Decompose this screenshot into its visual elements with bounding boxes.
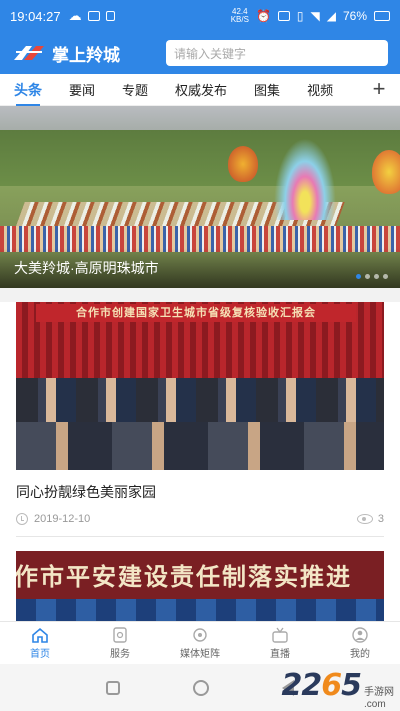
carousel-dot [365, 274, 370, 279]
news-item[interactable]: 作市平安建设责任制落实推进 [16, 551, 384, 621]
bottom-navigation: 首页 服务 媒体矩阵 直播 我的 [0, 621, 400, 664]
news-date: 2019-12-10 [34, 513, 91, 525]
nav-profile[interactable]: 我的 [320, 622, 400, 664]
list-divider [16, 536, 384, 537]
media-matrix-icon [193, 627, 207, 642]
watermark-text: 手游网 .com [364, 687, 394, 710]
vibrate-icon: ▯ [296, 9, 304, 23]
signal-icon: ◢ [326, 9, 336, 23]
banner-caption: 大美羚城·高原明珠城市 [14, 260, 159, 276]
home-button-icon[interactable] [192, 679, 209, 696]
nav-live[interactable]: 直播 [240, 622, 320, 664]
search-input[interactable]: 请输入关键字 [166, 40, 388, 66]
section-divider [0, 288, 400, 302]
clock-icon [16, 513, 28, 525]
nav-label: 直播 [270, 648, 290, 660]
view-count-value: 3 [377, 513, 384, 525]
status-time: 19:04:27 [10, 8, 61, 24]
battery-level: 76% [342, 9, 367, 23]
add-tab-icon[interactable]: + [366, 77, 392, 103]
app-name: 掌上羚城 [52, 45, 120, 65]
news-meta: 2019-12-10 3 [16, 512, 384, 526]
nav-label: 首页 [30, 648, 50, 660]
profile-icon [352, 626, 368, 643]
nfc-icon [277, 11, 290, 21]
watermark: 2265 手游网 .com [282, 668, 395, 711]
nav-home[interactable]: 首页 [0, 622, 80, 664]
service-icon [113, 626, 127, 643]
view-count: 3 [356, 513, 384, 525]
thumbnail-banner-text: 作市平安建设责任制落实推进 [16, 562, 352, 591]
tab-important-news[interactable]: 要闻 [69, 80, 95, 99]
nav-media-matrix[interactable]: 媒体矩阵 [160, 622, 240, 664]
live-icon [272, 627, 288, 643]
carousel-dot [356, 274, 361, 279]
status-bar: 19:04:27 ☁ 42.4 KB/S ⏰ ▯ ◥ ◢ 76% [0, 0, 400, 32]
carousel-dot [374, 274, 379, 279]
logo-icon [14, 46, 44, 60]
tab-headlines[interactable]: 头条 [14, 80, 42, 106]
nav-service[interactable]: 服务 [80, 622, 160, 664]
status-right: 42.4 KB/S ⏰ ▯ ◥ ◢ 76% [231, 8, 390, 24]
home-icon [32, 627, 48, 643]
net-speed: 42.4 KB/S [231, 8, 249, 24]
app-header: 掌上羚城 请输入关键字 [0, 32, 400, 74]
wifi-icon: ◥ [310, 9, 320, 23]
sim-icon [105, 11, 115, 21]
news-title: 同心扮靓绿色美丽家园 [16, 484, 156, 500]
carousel-indicator [356, 274, 388, 279]
category-tabs: 头条 要闻 专题 权威发布 图集 视频 + [0, 74, 400, 106]
tab-topics[interactable]: 专题 [122, 80, 148, 99]
carousel-dot [383, 274, 388, 279]
cloud-icon: ☁ [68, 8, 82, 23]
tab-gallery[interactable]: 图集 [254, 80, 280, 99]
news-item[interactable]: 合作市创建国家卫生城市省级复核验收汇报会 同心扮靓绿色美丽家园 2019-12-… [16, 302, 384, 526]
news-thumbnail: 合作市创建国家卫生城市省级复核验收汇报会 [16, 302, 384, 470]
watermark-logo: 2265 [281, 668, 362, 703]
banner-carousel[interactable]: 大美羚城·高原明珠城市 [0, 106, 400, 288]
eye-icon [356, 514, 373, 524]
battery-icon [374, 11, 390, 21]
recent-apps-icon[interactable] [106, 680, 121, 695]
image-icon [87, 11, 100, 21]
tab-official-release[interactable]: 权威发布 [175, 80, 227, 99]
nav-label: 我的 [350, 648, 370, 660]
nav-label: 媒体矩阵 [180, 648, 220, 660]
app-logo[interactable]: 掌上羚城 [12, 41, 152, 66]
search-placeholder: 请输入关键字 [174, 46, 247, 61]
alarm-icon: ⏰ [255, 9, 271, 23]
nav-label: 服务 [110, 648, 130, 660]
thumbnail-banner-text: 合作市创建国家卫生城市省级复核验收汇报会 [36, 304, 356, 322]
status-notification-icons: ☁ [69, 8, 115, 24]
tab-video[interactable]: 视频 [307, 80, 333, 99]
net-speed-unit: KB/S [230, 15, 249, 24]
